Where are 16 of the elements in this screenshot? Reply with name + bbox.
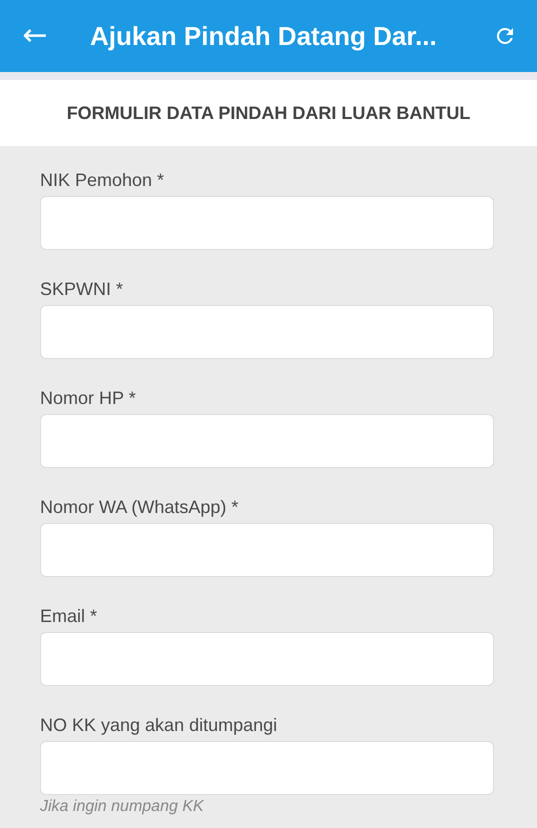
back-button[interactable]: ← xyxy=(18,21,52,51)
field-label: Nomor WA (WhatsApp) * xyxy=(40,497,240,518)
input-field[interactable] xyxy=(40,196,494,250)
input-field[interactable] xyxy=(40,523,494,577)
field-label: Nomor HP * xyxy=(40,388,137,409)
page-title: Ajukan Pindah Datang Dar... xyxy=(90,20,438,52)
field-label: NO KK yang akan ditumpangi xyxy=(40,715,278,736)
input-field[interactable] xyxy=(40,741,494,795)
helper-text: Jika ingin numpang KK xyxy=(40,798,205,816)
input-field[interactable] xyxy=(40,414,494,468)
field-label: NIK Pemohon * xyxy=(40,170,166,191)
field-label: Email * xyxy=(40,606,98,627)
input-field[interactable] xyxy=(40,305,494,359)
field-label: SKPWNI * xyxy=(40,279,124,300)
form-title: FORMULIR DATA PINDAH DARI LUAR BANTUL xyxy=(66,102,470,124)
input-field[interactable] xyxy=(40,632,494,686)
